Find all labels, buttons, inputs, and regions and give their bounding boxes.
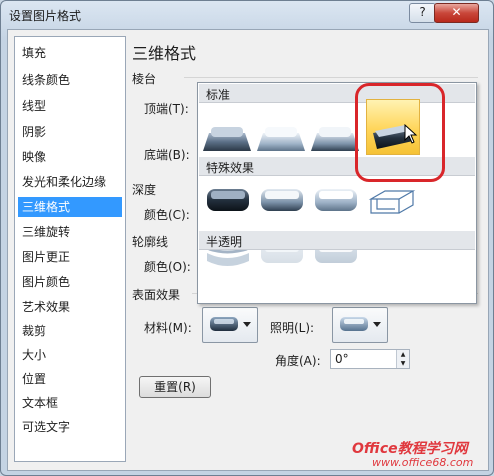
reset-button[interactable]: 重置(R) (139, 376, 211, 398)
nav-item-size[interactable]: 大小 (18, 345, 122, 365)
nav-item-artistic-effects[interactable]: 艺术效果 (18, 297, 122, 317)
watermark-url: www.office68.com (372, 456, 474, 469)
category-list: 填充 线条颜色 线型 阴影 映像 发光和柔化边缘 三维格式 三维旋转 图片更正 … (14, 36, 126, 462)
bottom-bevel-label: 底端(B): (144, 148, 190, 162)
depth-section-label: 深度 (132, 183, 157, 197)
bevel-divider (184, 77, 478, 78)
nav-item-shadow[interactable]: 阴影 (18, 122, 122, 142)
material-powder-icon (207, 247, 249, 266)
close-button[interactable]: ✕ (434, 3, 479, 23)
bevel-section-label: 棱台 (132, 72, 157, 86)
dialog-title: 设置图片格式 (9, 9, 82, 23)
material-wireframe-icon (368, 190, 416, 214)
nav-item-picture-corrections[interactable]: 图片更正 (18, 247, 122, 267)
depth-color-label: 颜色(C): (144, 208, 190, 222)
annotation-ring (355, 83, 445, 182)
angle-label: 角度(A): (275, 354, 321, 368)
top-bevel-label: 顶端(T): (144, 102, 189, 116)
material-soft-edge-icon (261, 189, 303, 211)
angle-spinner[interactable]: 0° ▲ ▼ (330, 349, 410, 369)
nav-item-glow[interactable]: 发光和柔化边缘 (18, 172, 122, 192)
contour-color-label: 颜色(O): (144, 260, 191, 274)
material-warm-matte-icon (257, 127, 305, 151)
nav-item-alt-text[interactable]: 可选文字 (18, 417, 122, 437)
nav-item-3d-rotation[interactable]: 三维旋转 (18, 222, 122, 242)
chevron-down-icon (243, 322, 251, 327)
nav-item-line-color[interactable]: 线条颜色 (18, 70, 122, 90)
chevron-down-icon (373, 322, 381, 327)
lighting-label: 照明(L): (270, 321, 315, 335)
mouse-cursor-icon (404, 124, 418, 144)
nav-item-3d-format[interactable]: 三维格式 (18, 197, 122, 217)
material-label: 材料(M): (144, 321, 192, 335)
nav-item-reflection[interactable]: 映像 (18, 147, 122, 167)
material-preview-icon (210, 317, 238, 331)
material-plastic-icon (311, 127, 359, 151)
nav-item-picture-color[interactable]: 图片颜色 (18, 272, 122, 292)
spin-down-icon[interactable]: ▼ (396, 359, 409, 368)
nav-item-position[interactable]: 位置 (18, 369, 122, 389)
nav-item-fill[interactable]: 填充 (18, 43, 122, 63)
gallery-header-translucent: 半透明 (199, 231, 475, 250)
material-matte-icon (203, 127, 251, 151)
panel-heading: 三维格式 (132, 44, 197, 63)
watermark-title: Office教程学习网 (352, 441, 468, 457)
help-button[interactable]: ? (409, 3, 436, 23)
material-dark-edge-icon (207, 189, 249, 211)
lighting-preview-icon (340, 317, 368, 331)
angle-value: 0° (335, 352, 349, 366)
nav-item-text-box[interactable]: 文本框 (18, 393, 122, 413)
nav-item-line-style[interactable]: 线型 (18, 96, 122, 116)
surface-section-label: 表面效果 (132, 288, 181, 302)
material-dropdown[interactable] (202, 307, 258, 343)
spin-up-icon[interactable]: ▲ (396, 350, 409, 359)
nav-item-crop[interactable]: 裁剪 (18, 321, 122, 341)
contour-section-label: 轮廓线 (132, 235, 169, 249)
lighting-dropdown[interactable] (332, 307, 388, 343)
material-flat-icon (315, 189, 357, 211)
